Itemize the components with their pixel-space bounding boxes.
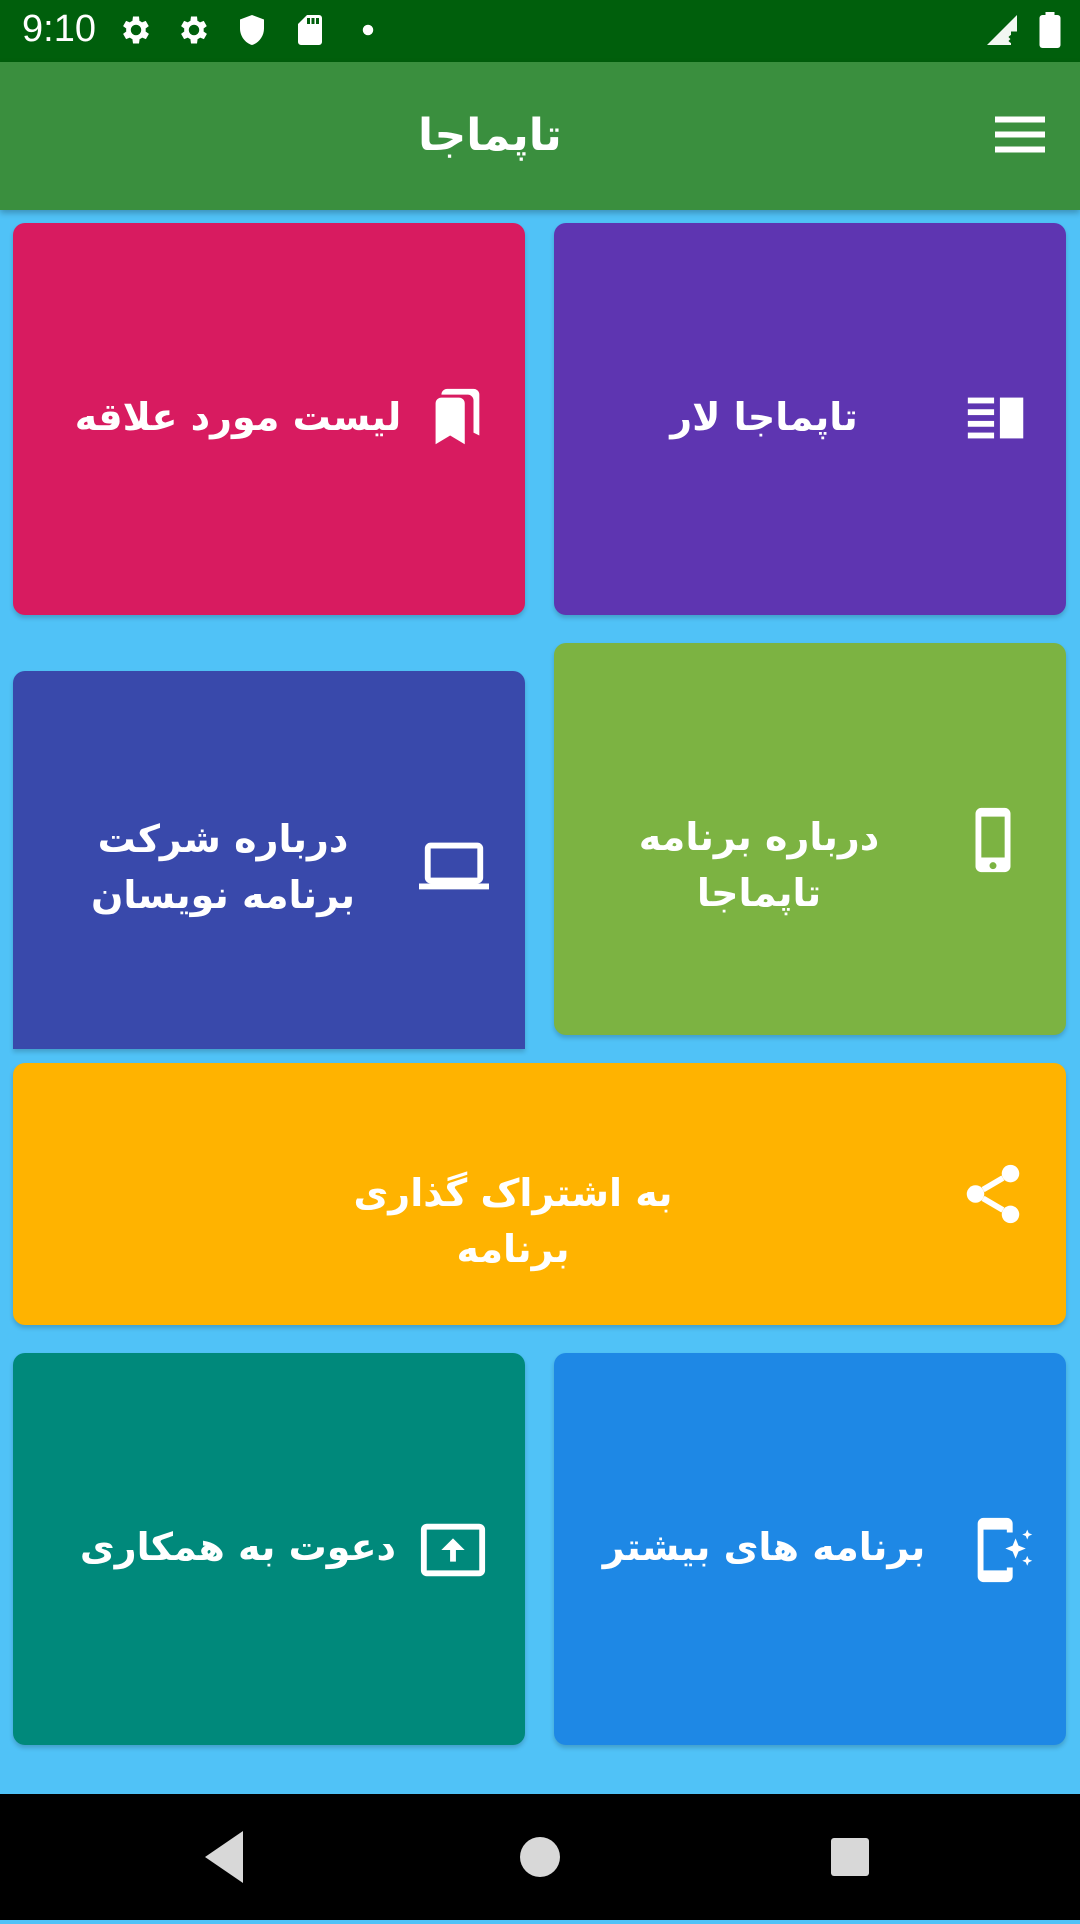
status-system-icons [984, 12, 1062, 52]
gear-icon [118, 12, 154, 48]
menu-button[interactable] [990, 104, 1050, 164]
upload-screen-icon [418, 1515, 488, 1585]
tile-favorites-label: لیست مورد علاقه [74, 395, 402, 439]
status-notification-icons [118, 12, 386, 48]
bookmarks-icon [421, 383, 491, 453]
status-time: 9:10 [22, 8, 96, 50]
tile-invite-label: دعوت به همکاری [79, 1525, 397, 1569]
battery-icon [1038, 12, 1062, 52]
sd-card-icon [292, 12, 328, 48]
share-icon [958, 1159, 1028, 1229]
tile-invite[interactable]: دعوت به همکاری [13, 1353, 525, 1745]
phone-icon [958, 805, 1028, 875]
app-title: تاپماجا [0, 62, 1080, 210]
home-button[interactable] [480, 1794, 600, 1920]
tile-tapmaja-lar-label: تاپماجا لار [670, 395, 858, 439]
hamburger-menu-icon [995, 116, 1045, 153]
gear-icon [176, 12, 212, 48]
tile-more-apps[interactable]: برنامه های بیشتر [554, 1353, 1066, 1745]
app-bar: تاپماجا [0, 62, 1080, 210]
back-button[interactable] [165, 1794, 285, 1920]
tile-tapmaja-lar[interactable]: تاپماجا لار [554, 223, 1066, 615]
tile-share[interactable]: به اشتراک گذاری برنامه [13, 1063, 1066, 1325]
tile-about-app[interactable]: درباره برنامه تاپماجا [554, 643, 1066, 1035]
tile-about-company[interactable]: درباره شرکت برنامه نویسان [13, 671, 525, 1049]
back-triangle-icon [205, 1831, 243, 1883]
tile-more-apps-label: برنامه های بیشتر [602, 1525, 926, 1569]
laptop-icon [419, 831, 489, 901]
signal-icon [984, 12, 1020, 52]
list-view-icon [962, 383, 1032, 453]
tile-favorites[interactable]: لیست مورد علاقه [13, 223, 525, 615]
shield-icon [234, 12, 270, 48]
dot-icon [350, 12, 386, 48]
recents-button[interactable] [790, 1794, 910, 1920]
tile-about-app-label: درباره برنامه تاپماجا [638, 815, 880, 915]
status-bar: 9:10 [0, 0, 1080, 62]
tile-share-label: به اشتراک گذاری برنامه [353, 1171, 673, 1271]
app-sparkle-icon [966, 1515, 1036, 1585]
home-circle-icon [520, 1837, 560, 1877]
recents-square-icon [831, 1838, 869, 1876]
app-title-text: تاپماجا [418, 110, 562, 161]
tile-about-company-label: درباره شرکت برنامه نویسان [91, 817, 355, 917]
system-nav-bar [0, 1794, 1080, 1920]
